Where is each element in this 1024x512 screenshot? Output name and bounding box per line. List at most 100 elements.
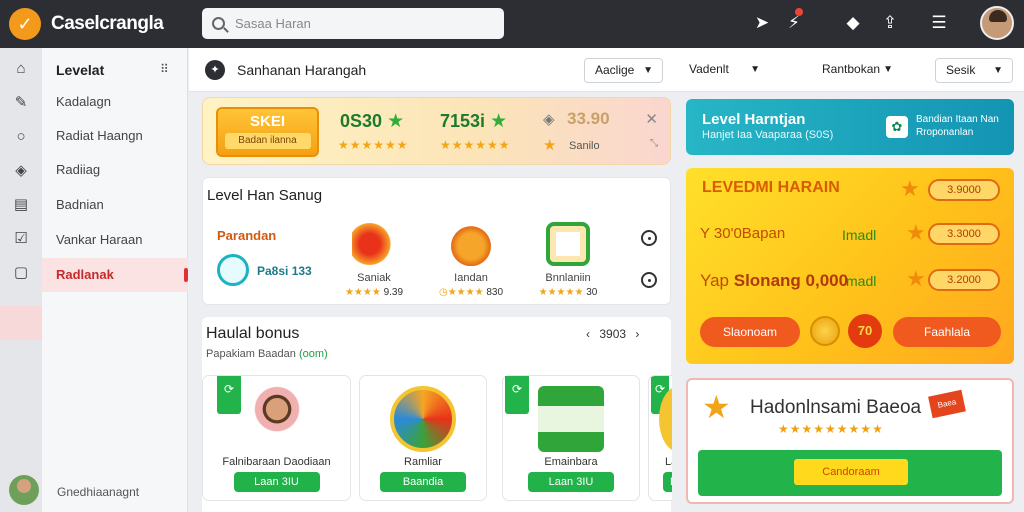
card-button[interactable]: Baandia bbox=[380, 472, 466, 492]
footer-avatar[interactable] bbox=[9, 475, 39, 505]
tag-icon[interactable]: ◈ bbox=[12, 162, 30, 180]
rating-stars-text: ★★★★★★★★★ bbox=[778, 422, 884, 436]
chevron-down-icon: ▼ bbox=[883, 64, 893, 75]
level-card-subtitle: Parandan bbox=[217, 228, 277, 243]
reward-pill[interactable]: 3.9000 bbox=[928, 179, 1000, 201]
stat-value-3: 33.90 bbox=[567, 109, 610, 128]
sidebar-item[interactable]: Badnian bbox=[42, 188, 188, 222]
page-title: Sanhanan Harangah bbox=[237, 62, 367, 78]
search-rail-icon[interactable]: ○ bbox=[12, 128, 30, 146]
reward-button-1[interactable]: Slaonoam bbox=[700, 317, 800, 347]
product-item[interactable]: Saniak ★★★★ 9.39 bbox=[329, 222, 419, 298]
dropdown-label: Aaclige bbox=[595, 63, 635, 77]
star-icon: ★ bbox=[543, 137, 558, 154]
reward-line-2-prefix: Yap bbox=[700, 271, 729, 290]
chevron-down-icon: ▼ bbox=[750, 64, 760, 75]
bonus-card[interactable]: ⟳ Falnibaraan Daodiaan Laan 3IU bbox=[202, 375, 351, 501]
reward-pill[interactable]: 3.2000 bbox=[928, 269, 1000, 291]
reward-line-1-right: Imadl bbox=[842, 227, 877, 243]
level-card-title: Level Han Sanug bbox=[207, 187, 323, 204]
close-icon[interactable]: ✕ bbox=[645, 110, 658, 128]
sidebar-item[interactable]: Radiat Haangn bbox=[42, 119, 188, 153]
card-image bbox=[243, 386, 310, 452]
promo-side-text: Bandian Itaan Nan Rroponanlan bbox=[916, 114, 999, 138]
product-item[interactable]: Iandan ◷★★★★ 830 bbox=[426, 222, 516, 298]
sidebar-item[interactable]: Vankar Haraan bbox=[42, 223, 188, 257]
radio-icon[interactable] bbox=[641, 230, 657, 246]
icon-rail: ⌂ ✎ ○ ◈ ▤ ☑ ▢ bbox=[0, 48, 42, 512]
dropdown-2[interactable]: Vadenlt ▼ bbox=[679, 58, 769, 83]
share-icon[interactable]: ⇪ bbox=[879, 12, 901, 34]
bonus-card[interactable]: Ramliar Baandia bbox=[359, 375, 487, 501]
search-placeholder: Sasaa Haran bbox=[235, 16, 311, 31]
reward-pill[interactable]: 3.3000 bbox=[928, 223, 1000, 245]
promo-banner[interactable]: Level Harntjan Hanjet Iaa Vaaparaa (S0S)… bbox=[686, 99, 1014, 155]
bonus-box-action-area: Candoraam bbox=[698, 450, 1002, 496]
bonus-subtitle-text: Papakiam Baadan bbox=[206, 348, 296, 360]
reward-count-badge: 70 bbox=[848, 314, 882, 348]
pager-value: 3903 bbox=[599, 327, 627, 341]
star-icon: ★ bbox=[900, 176, 920, 201]
grid-dots-icon[interactable]: ⠿ bbox=[160, 62, 170, 76]
bolt-icon[interactable]: ⚡ bbox=[783, 12, 805, 34]
card-name: Lan bbox=[665, 456, 672, 468]
next-icon[interactable]: › bbox=[635, 327, 639, 341]
bonus-box: ★ Hadonlnsami Baeoa Baea ★★★★★★★★★ Cando… bbox=[686, 378, 1014, 504]
bonus-box-title: Hadonlnsami Baeoa bbox=[750, 397, 922, 418]
star-icon: ★ bbox=[906, 220, 926, 245]
sidebar-item[interactable]: Radiiag bbox=[42, 153, 188, 187]
notification-dot-icon bbox=[795, 8, 803, 16]
dropdown-label: Rantbokan bbox=[822, 62, 881, 76]
home-icon[interactable]: ⌂ bbox=[12, 60, 30, 78]
document-icon[interactable]: ▤ bbox=[12, 196, 30, 214]
bonus-card[interactable]: ⟳ Emainbara Laan 3IU bbox=[502, 375, 640, 501]
ribbon-badge: Baea bbox=[928, 389, 966, 419]
product-image bbox=[352, 222, 396, 266]
edit-icon[interactable]: ✎ bbox=[12, 94, 30, 112]
bonus-title: Haulal bonus bbox=[206, 325, 300, 342]
level-card: Level Han Sanug Parandan Pa8si 133 Sania… bbox=[202, 177, 671, 305]
star-icon: ★ bbox=[906, 266, 926, 291]
product-name: Bnnlaniin bbox=[545, 272, 591, 284]
rail-active-highlight bbox=[0, 306, 42, 340]
product-name: Iandan bbox=[454, 272, 488, 284]
rocket-icon[interactable]: ➤ bbox=[751, 12, 773, 34]
dropdown-4[interactable]: Sesik ▼ bbox=[935, 58, 1013, 83]
dropdown-1[interactable]: Aaclige ▼ bbox=[584, 58, 663, 83]
card-button[interactable]: L bbox=[663, 472, 672, 492]
shield-icon: ◈ bbox=[543, 111, 555, 128]
search-input[interactable]: Sasaa Haran bbox=[202, 8, 504, 39]
sidebar-item-active[interactable]: Radlanak bbox=[42, 258, 188, 292]
reward-button-2[interactable]: Faahlala bbox=[893, 317, 1001, 347]
checkbox-icon[interactable]: ☑ bbox=[12, 230, 30, 248]
app-logo-icon[interactable]: ✓ bbox=[9, 8, 41, 40]
product-item[interactable]: Bnnlaniin ★★★★★ 30 bbox=[523, 222, 613, 298]
card-button[interactable]: Laan 3IU bbox=[233, 472, 320, 492]
chevron-down-icon: ▼ bbox=[643, 65, 653, 76]
top-bar: ✓ Caselcrangla bbox=[0, 0, 1024, 48]
badge-subtitle: Badan ilanna bbox=[224, 133, 311, 149]
expand-icon[interactable]: ⤡ bbox=[650, 138, 658, 149]
cube-icon[interactable]: ◆ bbox=[842, 12, 864, 34]
user-avatar[interactable] bbox=[980, 6, 1014, 40]
clipboard-icon[interactable]: ☰ bbox=[928, 12, 950, 34]
reward-title: LEVEDMI HARAIN bbox=[702, 179, 840, 196]
promo-subtitle: Hanjet Iaa Vaaparaa (S0S) bbox=[702, 129, 834, 141]
card-name: Emainbara bbox=[544, 456, 598, 468]
app-title: Caselcrangla bbox=[51, 13, 164, 34]
sidebar-item[interactable]: Kadalagn bbox=[42, 85, 188, 119]
dropdown-3[interactable]: Rantbokan ▼ bbox=[812, 58, 902, 83]
radio-icon[interactable] bbox=[641, 272, 657, 288]
tag-icon: ⟳ bbox=[505, 376, 529, 414]
prev-icon[interactable]: ‹ bbox=[586, 327, 590, 341]
product-rating: ◷★★★★ 830 bbox=[438, 287, 504, 298]
square-icon[interactable]: ▢ bbox=[12, 264, 30, 282]
sidebar: Levelat ⠿ Kadalagn Radiat Haangn Radiiag… bbox=[42, 48, 188, 512]
card-button[interactable]: Laan 3IU bbox=[528, 472, 614, 492]
bonus-subtitle-highlight: (oom) bbox=[298, 348, 328, 360]
chat-icon: ✦ bbox=[205, 60, 225, 80]
claim-button[interactable]: Candoraam bbox=[794, 459, 908, 485]
gift-icon: ✿ bbox=[886, 116, 908, 138]
bonus-card-partial[interactable]: ⟳ Lan L bbox=[648, 375, 672, 501]
rank-badge[interactable]: SKEI Badan ilanna bbox=[216, 107, 319, 157]
